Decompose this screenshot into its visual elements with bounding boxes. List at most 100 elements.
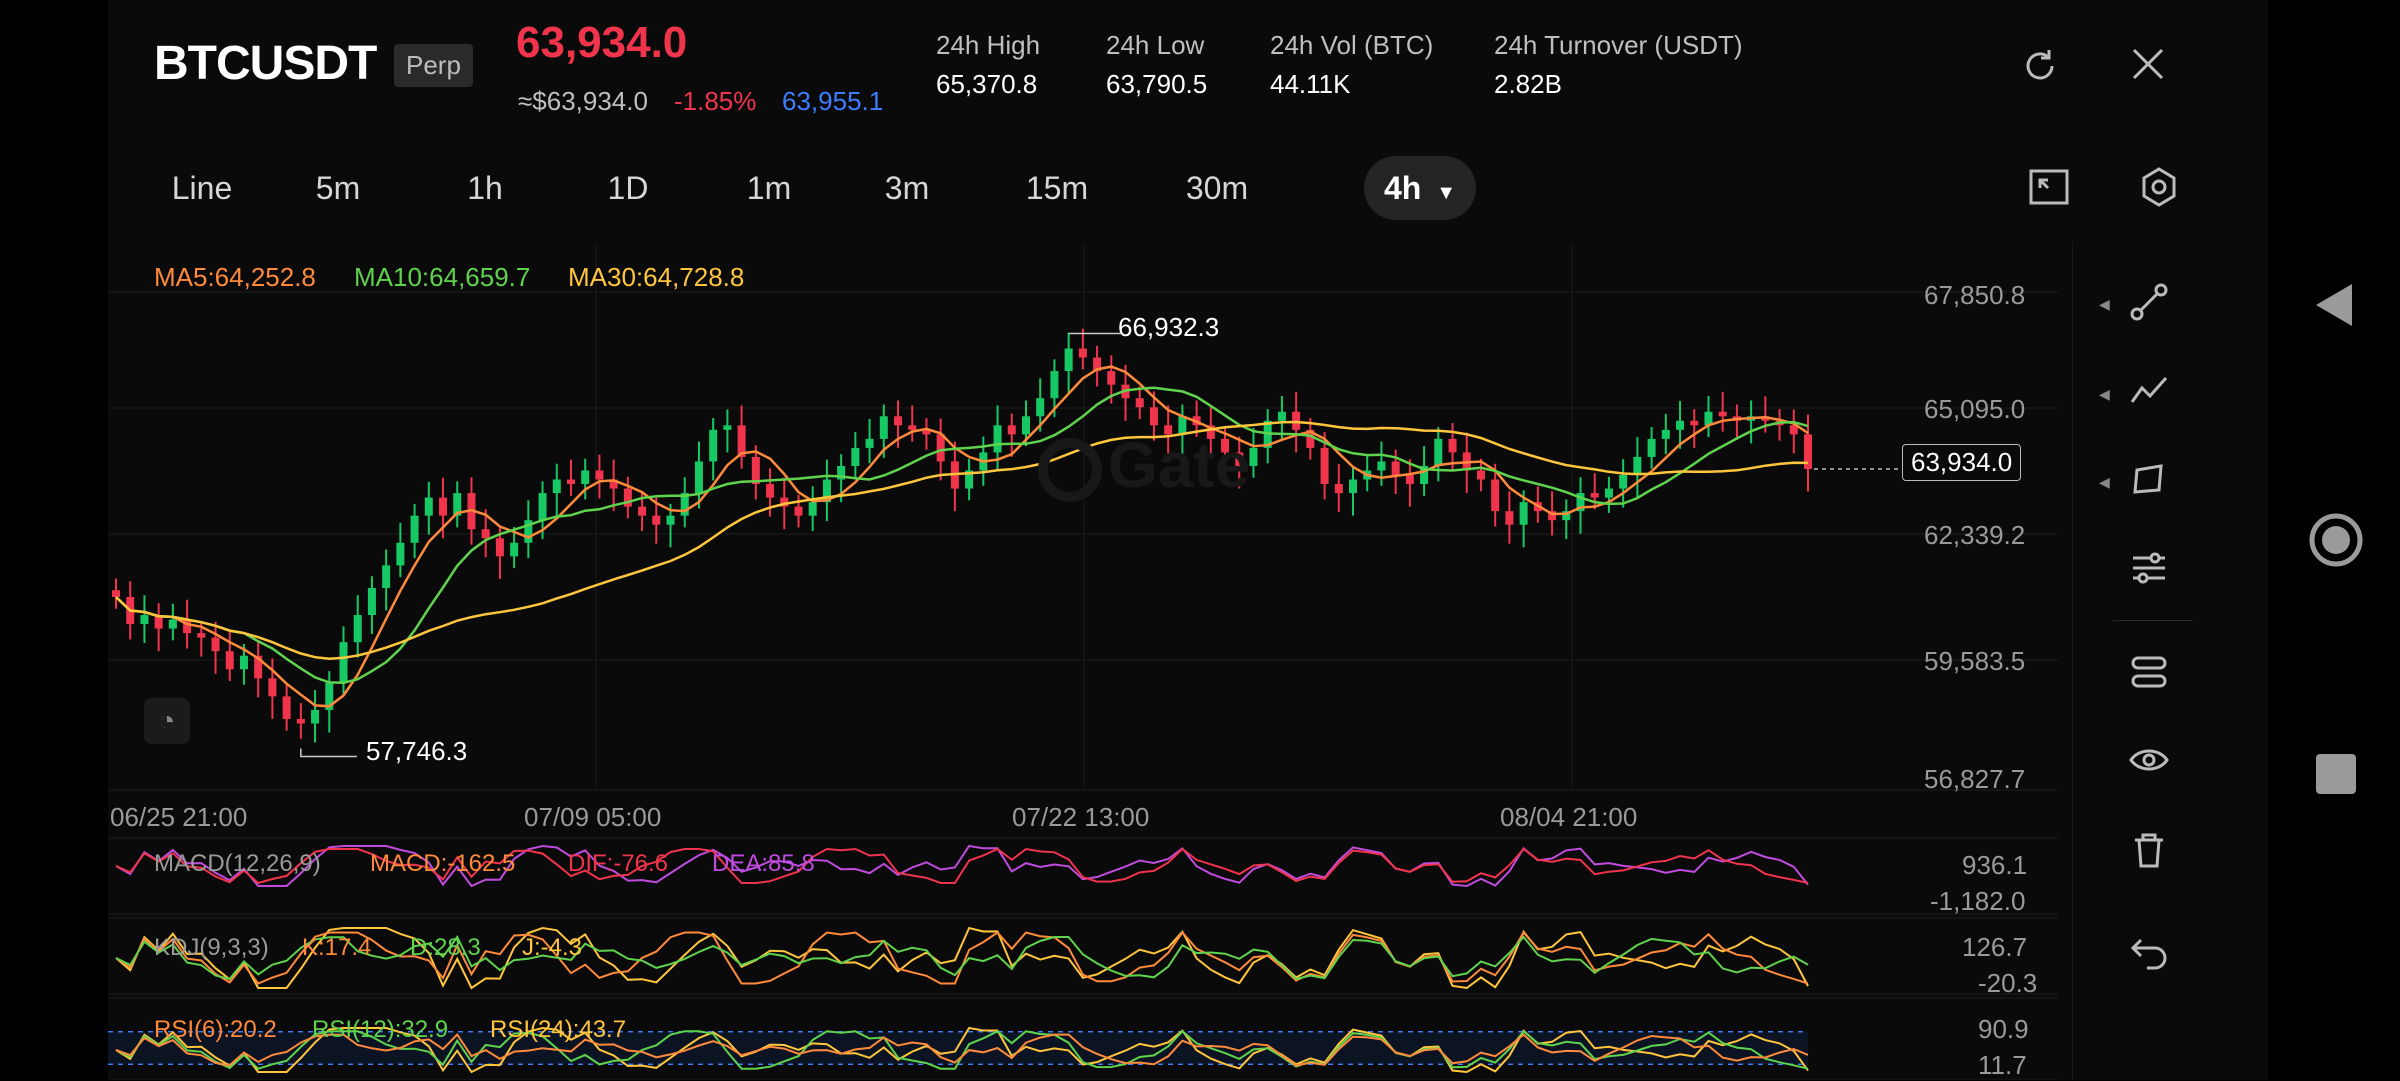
x-axis-label: 07/22 13:00 bbox=[1012, 802, 1150, 832]
timeframe-30m[interactable]: 30m bbox=[1172, 156, 1262, 220]
expand-arrow-icon[interactable]: ◀ bbox=[2099, 386, 2110, 403]
candle-body bbox=[353, 615, 362, 643]
candle-body bbox=[766, 484, 775, 498]
delete-icon[interactable] bbox=[2129, 830, 2169, 870]
drawing-toolbar: ◀ ◀ ◀ bbox=[2072, 242, 2215, 1080]
drawing-line-icon[interactable] bbox=[2129, 282, 2169, 322]
candle-body bbox=[908, 425, 917, 430]
candle-body bbox=[1448, 438, 1457, 453]
timeframe-5m[interactable]: 5m bbox=[298, 156, 378, 220]
candle-body bbox=[652, 515, 661, 525]
ma10-line bbox=[115, 386, 1809, 685]
candle-body bbox=[367, 587, 376, 616]
candle-body bbox=[495, 538, 504, 557]
undo-icon[interactable] bbox=[2129, 930, 2169, 970]
usd-price: ≈$63,934.0 bbox=[518, 86, 648, 116]
candle-body bbox=[268, 678, 277, 697]
expand-arrow-icon[interactable]: ◀ bbox=[2099, 296, 2110, 313]
candle-body bbox=[1661, 429, 1670, 439]
recents-icon[interactable] bbox=[2316, 754, 2356, 794]
candle-body bbox=[1633, 456, 1642, 476]
candle-body bbox=[1505, 511, 1514, 525]
candle-body bbox=[1604, 488, 1613, 498]
candle-body bbox=[1064, 348, 1073, 372]
candle-body bbox=[382, 565, 391, 588]
x-axis-label: 07/09 05:00 bbox=[524, 802, 662, 832]
timeframe-1m[interactable]: 1m bbox=[734, 156, 804, 220]
candle-body bbox=[595, 470, 604, 480]
expand-arrow-icon[interactable]: ◀ bbox=[2099, 474, 2110, 491]
candle-body bbox=[1476, 470, 1485, 480]
chart-mode-toggle-icon[interactable]: ◔ bbox=[144, 698, 190, 744]
stat-24h-volume: 24h Vol (BTC) 44.11K bbox=[1270, 30, 1433, 100]
gate-watermark: Gate bbox=[1038, 428, 1251, 503]
home-icon[interactable] bbox=[2308, 512, 2364, 573]
watermark-text: Gate bbox=[1108, 429, 1251, 501]
settings-sliders-icon[interactable] bbox=[2129, 548, 2169, 588]
candle-body bbox=[396, 542, 405, 566]
ma5-legend: MA5:64,252.8 bbox=[154, 262, 316, 292]
back-icon[interactable] bbox=[2312, 280, 2356, 335]
candle-body bbox=[709, 429, 718, 462]
price-chart[interactable] bbox=[108, 242, 2068, 1080]
macd-dif: DIF:-76.6 bbox=[568, 850, 669, 877]
candle-body bbox=[282, 696, 291, 719]
stat-value: 63,790.5 bbox=[1106, 69, 1208, 99]
kdj-label: KDJ(9,3,3) bbox=[154, 934, 269, 961]
candle-body bbox=[808, 502, 817, 516]
candle-body bbox=[993, 425, 1002, 453]
candle-body bbox=[1377, 461, 1386, 471]
x-axis-label: 06/25 21:00 bbox=[110, 802, 248, 832]
kdj-k: K:17.4 bbox=[302, 934, 372, 961]
timeframe-3m[interactable]: 3m bbox=[872, 156, 942, 220]
rsi-axis-top: 90.9 bbox=[1978, 1014, 2029, 1044]
macd-axis-bottom: -1,182.0 bbox=[1930, 886, 2026, 916]
candle-body bbox=[794, 506, 803, 516]
fullscreen-icon[interactable] bbox=[2028, 166, 2070, 208]
y-axis-label: 59,583.5 bbox=[1924, 646, 2026, 676]
candle-body bbox=[1349, 479, 1358, 494]
chevron-down-icon: ▼ bbox=[1436, 182, 1457, 204]
refresh-icon[interactable] bbox=[2020, 46, 2060, 86]
candle-body bbox=[851, 447, 860, 466]
close-icon[interactable] bbox=[2130, 46, 2166, 82]
candle-body bbox=[1519, 502, 1528, 525]
candle-body bbox=[581, 470, 590, 485]
stat-label: 24h Turnover (USDT) bbox=[1494, 30, 1743, 60]
stat-24h-turnover: 24h Turnover (USDT) 2.82B bbox=[1494, 30, 1743, 100]
ma5-line bbox=[115, 365, 1809, 708]
stat-label: 24h Low bbox=[1106, 30, 1205, 60]
candle-body bbox=[1491, 479, 1500, 512]
candle-body bbox=[865, 438, 874, 448]
active-timeframe-label: 4h bbox=[1383, 170, 1422, 206]
rsi-axis-bottom: 11.7 bbox=[1978, 1050, 2027, 1080]
visibility-icon[interactable] bbox=[2129, 740, 2169, 780]
candle-body bbox=[694, 461, 703, 494]
candle-body bbox=[1391, 461, 1400, 476]
candle-body bbox=[1334, 484, 1343, 494]
candle-body bbox=[538, 493, 547, 521]
candle-body bbox=[168, 619, 177, 629]
timeframe-line[interactable]: Line bbox=[152, 156, 252, 220]
indicator-icon[interactable] bbox=[2129, 652, 2169, 692]
kdj-axis-bottom: -20.3 bbox=[1978, 968, 2038, 998]
candle-body bbox=[1078, 348, 1087, 358]
timeframe-1d[interactable]: 1D bbox=[592, 156, 664, 220]
symbol-name: BTCUSDT bbox=[154, 37, 377, 90]
low-marker: 57,746.3 bbox=[366, 736, 468, 766]
shape-tool-icon[interactable] bbox=[2129, 460, 2169, 500]
candle-body bbox=[566, 479, 575, 485]
trend-line-icon[interactable] bbox=[2129, 372, 2169, 412]
timeframe-4h-dropdown[interactable]: 4h ▼ bbox=[1364, 156, 1476, 220]
candle-body bbox=[1149, 407, 1158, 426]
candle-body bbox=[1135, 398, 1144, 408]
candle-body bbox=[638, 506, 647, 516]
y-axis-label: 62,339.2 bbox=[1924, 520, 2026, 550]
candle-body bbox=[296, 718, 305, 724]
chart-settings-icon[interactable] bbox=[2138, 166, 2180, 208]
candle-body bbox=[211, 637, 220, 652]
timeframe-15m[interactable]: 15m bbox=[1012, 156, 1102, 220]
timeframe-1h[interactable]: 1h bbox=[450, 156, 520, 220]
x-axis-label: 08/04 21:00 bbox=[1500, 802, 1638, 832]
high-marker: 66,932.3 bbox=[1118, 312, 1220, 342]
